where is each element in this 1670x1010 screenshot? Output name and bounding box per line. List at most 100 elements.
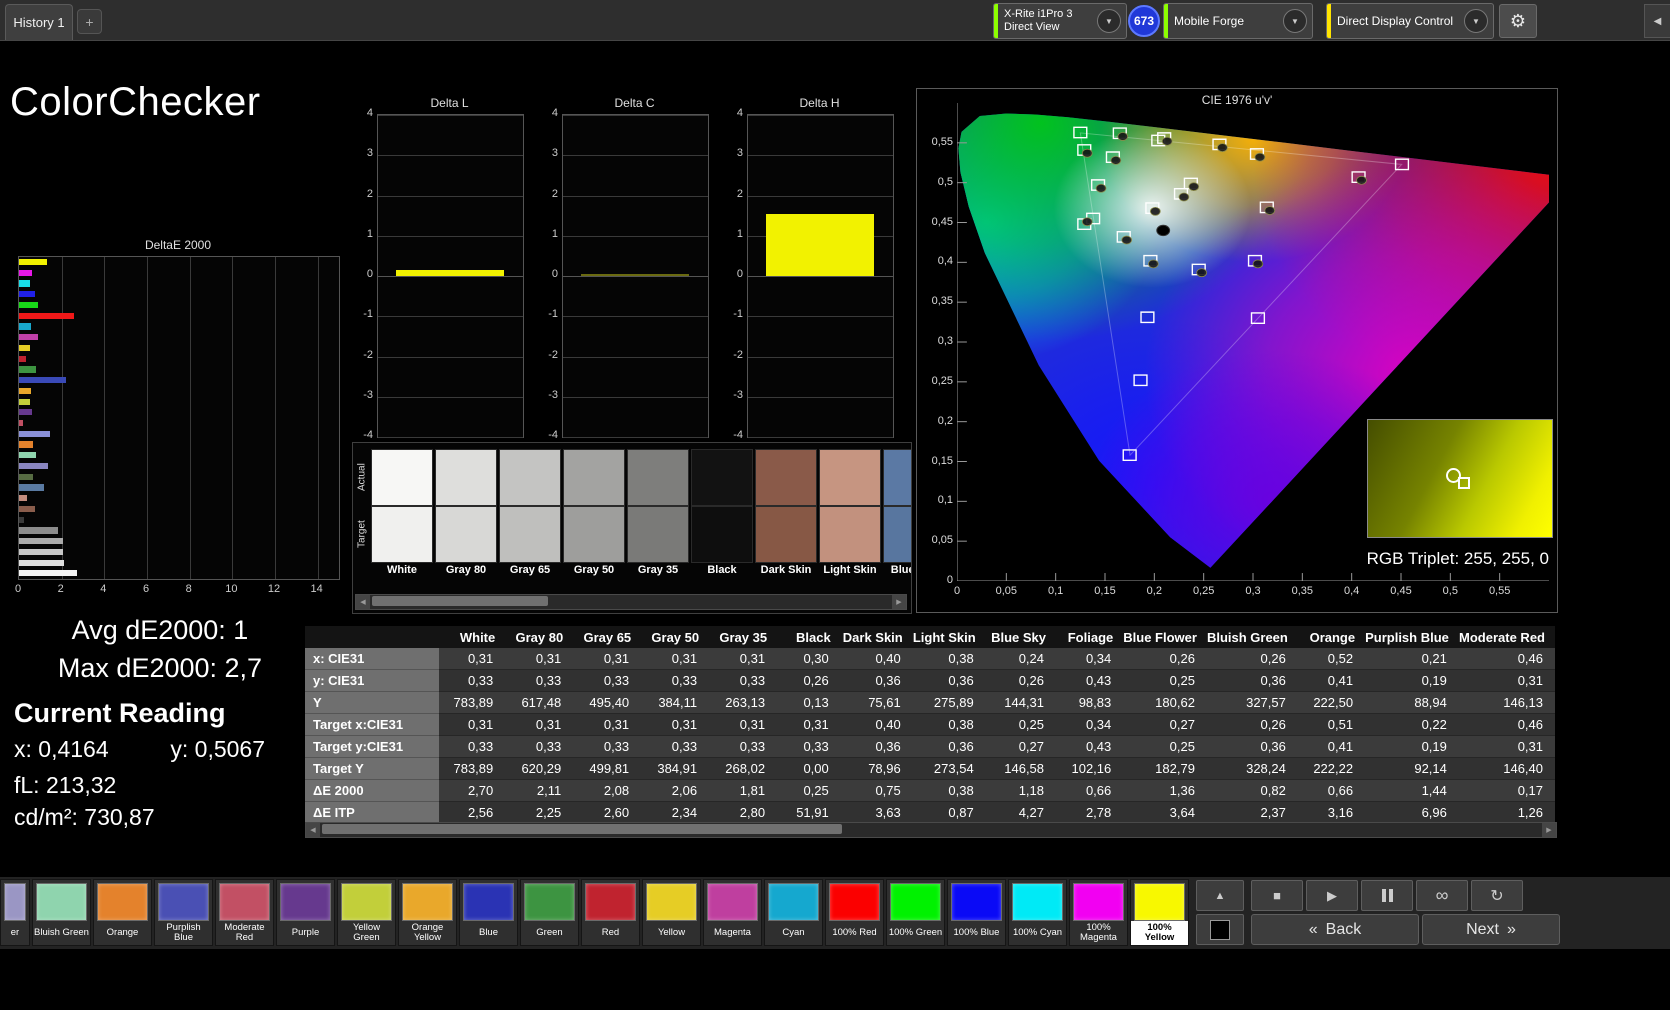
stop-button[interactable]: ■ [1251, 880, 1303, 911]
source-dropdown[interactable]: Mobile Forge ▼ [1163, 3, 1313, 39]
table-cell: 0,19 [1365, 735, 1459, 758]
patch-tile-orange[interactable]: Orange [93, 879, 152, 946]
table-cell: 0,31 [641, 648, 710, 670]
patch-tile-100-yellow[interactable]: 100% Yellow [1130, 879, 1189, 946]
axis-tick-label: 1 [366, 227, 373, 240]
table-scrollbar[interactable]: ◀ ▶ [305, 822, 1557, 838]
current-xy: x: 0,4164 y: 0,5067 [14, 736, 265, 763]
chart-plot [562, 114, 709, 438]
pause-button[interactable] [1361, 880, 1413, 911]
grid-line [61, 257, 63, 579]
swatch-scrollbar[interactable]: ◀ ▶ [355, 594, 907, 610]
patch-tile-purple[interactable]: Purple [276, 879, 335, 946]
patch-tile-100-red[interactable]: 100% Red [825, 879, 884, 946]
swatch-column: Gray 35 [627, 443, 689, 583]
play-button[interactable]: ▶ [1306, 880, 1358, 911]
patch-tile-100-magenta[interactable]: 100% Magenta [1069, 879, 1128, 946]
axis-tick-label: 0,15 [931, 454, 953, 467]
measured-marker [1253, 260, 1263, 268]
gear-icon: ⚙ [1509, 10, 1527, 31]
patch-tile-partial[interactable]: er [0, 879, 30, 946]
patch-tile-100-blue[interactable]: 100% Blue [947, 879, 1006, 946]
loop-button[interactable]: ↻ [1471, 880, 1523, 911]
fullscreen-patch-button[interactable] [1196, 914, 1244, 945]
swatch-scrollbar-thumb[interactable] [372, 596, 548, 606]
deltae-bar [19, 570, 77, 577]
deltae-bar [19, 301, 39, 309]
infinity-icon: ∞ [1435, 885, 1449, 905]
axis-tick-label: 1 [551, 227, 558, 240]
table-cell: 0,33 [505, 669, 574, 692]
delta-charts: Delta L 4 3 2 1 0 -1 -2 -3 -4 Delta C 4 3 2 1 0 -1 -2 -3 -4… [355, 96, 911, 452]
patch-tile-magenta[interactable]: Magenta [703, 879, 762, 946]
axis-tick-label: -2 [733, 348, 743, 361]
axis-tick-label: 0,35 [931, 295, 953, 308]
back-button[interactable]: « Back [1251, 914, 1419, 945]
patch-tile-orange-yellow[interactable]: Orange Yellow [398, 879, 457, 946]
display-control-dropdown[interactable]: Direct Display Control ▼ [1326, 3, 1494, 39]
table-cell: 0,51 [1297, 713, 1366, 736]
measured-marker [1179, 193, 1189, 201]
deltae-bar [19, 323, 31, 330]
chevron-down-icon[interactable]: ▼ [1097, 9, 1121, 33]
chevron-left-icon: ◀ [1653, 15, 1662, 27]
patch-up-button[interactable]: ▲ [1196, 880, 1244, 911]
patch-tile-moderate-red[interactable]: Moderate Red [215, 879, 274, 946]
table-scrollbar-thumb[interactable] [322, 824, 842, 834]
table-cell: 0,25 [777, 779, 841, 802]
scroll-left-icon[interactable]: ◀ [306, 823, 320, 837]
axis-tick-label: 0,4 [937, 255, 953, 268]
patch-tile-yellow[interactable]: Yellow [642, 879, 701, 946]
up-arrow-icon: ▲ [1214, 889, 1226, 902]
patch-tile-cyan[interactable]: Cyan [764, 879, 823, 946]
next-button[interactable]: Next » [1422, 914, 1560, 945]
grid-line [748, 115, 893, 116]
patch-tile-red[interactable]: Red [581, 879, 640, 946]
results-table: White Gray 80 Gray 65 Gray 50 Gray 35 Black Da… [305, 626, 1555, 824]
patch-tile-purplish-blue[interactable]: Purplish Blue [154, 879, 213, 946]
patch-tile-bluish-green[interactable]: Bluish Green [32, 879, 91, 946]
scroll-right-icon[interactable]: ▶ [892, 595, 906, 609]
table-cell: 2,34 [641, 801, 710, 824]
column-header: Gray 80 [505, 626, 574, 648]
grid-line [563, 115, 708, 116]
settings-button[interactable]: ⚙ [1499, 4, 1537, 38]
tab-history-1[interactable]: History 1 [5, 4, 73, 40]
patch-tile-green[interactable]: Green [520, 879, 579, 946]
patch-label: Red [601, 926, 620, 938]
patch-tile-100-cyan[interactable]: 100% Cyan [1008, 879, 1067, 946]
add-tab-button[interactable]: + [77, 9, 102, 34]
delta-bar [396, 269, 504, 276]
table-cell: 263,13 [709, 691, 778, 714]
column-header: Light Skin [912, 626, 986, 648]
panel-collapse-button[interactable]: ◀ [1644, 4, 1670, 38]
patch-label: er [10, 926, 20, 938]
measured-marker [1082, 218, 1092, 226]
table-cell: 0,25 [1123, 735, 1207, 758]
chevron-down-icon[interactable]: ▼ [1464, 9, 1488, 33]
table-cell: 0,31 [505, 713, 574, 736]
chevron-down-icon[interactable]: ▼ [1283, 9, 1307, 33]
measured-marker [1197, 269, 1207, 277]
scroll-right-icon[interactable]: ▶ [1542, 823, 1556, 837]
scroll-left-icon[interactable]: ◀ [356, 595, 370, 609]
axis-tick-label: 0,25 [1192, 585, 1215, 597]
column-header: Gray 65 [573, 626, 642, 648]
meter-count-badge[interactable]: 673 [1128, 5, 1160, 37]
patch-tile-blue[interactable]: Blue [459, 879, 518, 946]
table-cell: 0,46 [1458, 713, 1555, 736]
continuous-read-button[interactable]: ∞ [1416, 880, 1468, 911]
target-row-label: Target [356, 520, 368, 548]
table-cell: 2,56 [439, 801, 506, 824]
table-cell: 0,34 [1056, 648, 1124, 670]
patch-label: 100% Green [888, 926, 943, 938]
table-cell: 3,63 [840, 801, 913, 824]
chart-title: Delta L [430, 96, 469, 110]
current-x: x: 0,4164 [14, 736, 109, 762]
patch-tile-100-green[interactable]: 100% Green [886, 879, 945, 946]
table-cell: 0,33 [439, 669, 506, 692]
patch-tile-yellow-green[interactable]: Yellow Green [337, 879, 396, 946]
actual-swatch [499, 449, 561, 506]
grid-line [378, 155, 523, 157]
meter-dropdown[interactable]: X-Rite i1Pro 3 Direct View ▼ [993, 3, 1127, 39]
